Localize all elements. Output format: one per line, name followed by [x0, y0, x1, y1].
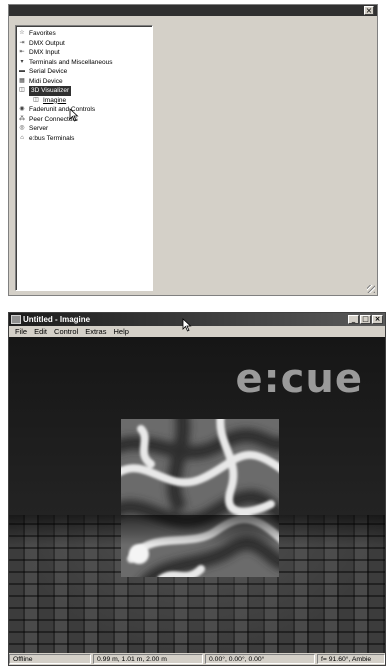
- led-panel-object: [121, 419, 279, 577]
- scene-floor: [9, 515, 385, 655]
- visualizer-icon: ◫: [33, 96, 39, 103]
- server-icon: ◎: [19, 125, 25, 131]
- panel-titlebar: ×: [9, 5, 377, 16]
- tree-item-faderunit[interactable]: ◉ Faderunit and Controls: [18, 105, 150, 115]
- menu-control[interactable]: Control: [54, 326, 78, 337]
- tree-item-label: 3D Visualizer: [29, 86, 72, 96]
- device-panel: × ☆ Favorites ⇥ DMX Output ⇤ DMX Input ▾ Termin…: [8, 4, 378, 296]
- menu-edit[interactable]: Edit: [34, 326, 47, 337]
- tree-item-dmx-input[interactable]: ⇤ DMX Input: [18, 48, 150, 58]
- tree-item-label: Faderunit and Controls: [29, 106, 96, 113]
- tree-item-label: Midi Device: [29, 77, 63, 85]
- status-position: 0.99 m, 1.01 m, 2.00 m: [93, 654, 203, 664]
- imagine-window: Untitled - Imagine _ □ × File Edit Control…: [8, 312, 386, 666]
- tree-item-imagine[interactable]: ◫ Imagine: [18, 96, 150, 106]
- terminal-icon: ▾: [20, 58, 24, 65]
- status-bar: Offline 0.99 m, 1.01 m, 2.00 m 0.00°, 0.…: [9, 653, 385, 665]
- tree-item-label: Server: [29, 125, 49, 132]
- panel-close-button[interactable]: ×: [364, 6, 374, 15]
- status-fov: f= 91.60°, Ambie: [317, 654, 385, 664]
- tree-item-peer-connectors[interactable]: ⁂ Peer Connectors: [18, 115, 150, 125]
- status-rotation: 0.00°, 0.00°, 0.00°: [205, 654, 315, 664]
- ecue-logo: e:cue: [235, 356, 363, 402]
- dmx-input-icon: ⇤: [19, 49, 25, 55]
- status-connection: Offline: [9, 654, 91, 664]
- minimize-button[interactable]: _: [348, 315, 359, 324]
- tree-item-dmx-output[interactable]: ⇥ DMX Output: [18, 39, 150, 49]
- tree-item-serial-device[interactable]: ▬ Serial Device: [18, 67, 150, 77]
- tree-item-label: Serial Device: [29, 68, 68, 75]
- tree-item-label: Favorites: [29, 30, 56, 37]
- tree-item-label: e:bus Terminals: [29, 134, 75, 142]
- visualizer-icon: ◫: [19, 87, 25, 93]
- menu-bar: File Edit Control Extras Help: [9, 326, 385, 337]
- tree-item-label: DMX Output: [29, 39, 65, 47]
- midi-device-icon: ▦: [19, 77, 25, 84]
- tree-item-ebus-terminals[interactable]: ⌂ e:bus Terminals: [18, 134, 150, 144]
- menu-file[interactable]: File: [15, 326, 27, 337]
- mouse-cursor-icon: [69, 108, 79, 122]
- app-icon: [11, 315, 21, 324]
- resize-grip[interactable]: [367, 285, 375, 293]
- mouse-cursor-icon: [182, 318, 192, 332]
- dmx-output-icon: ⇥: [19, 39, 25, 46]
- window-title: Untitled - Imagine: [23, 315, 91, 324]
- menu-help[interactable]: Help: [113, 326, 128, 337]
- maximize-button[interactable]: □: [360, 315, 371, 324]
- star-icon: ☆: [19, 30, 25, 36]
- tree-item-midi-device[interactable]: ▦ Midi Device: [18, 77, 150, 87]
- tree-item-favorites[interactable]: ☆ Favorites: [18, 29, 150, 39]
- tree-item-label: Imagine: [43, 96, 67, 104]
- close-button[interactable]: ×: [372, 315, 383, 324]
- ebus-icon: ⌂: [20, 134, 24, 141]
- fader-icon: ◉: [19, 106, 25, 112]
- device-tree[interactable]: ☆ Favorites ⇥ DMX Output ⇤ DMX Input ▾ Terminal…: [15, 25, 153, 291]
- 3d-viewport[interactable]: e:cue: [9, 337, 385, 655]
- tree-item-terminals[interactable]: ▾ Terminals and Miscellaneous: [18, 58, 150, 68]
- tree-item-server[interactable]: ◎ Server: [18, 124, 150, 134]
- window-titlebar[interactable]: Untitled - Imagine _ □ ×: [9, 313, 385, 326]
- serial-device-icon: ▬: [19, 68, 25, 74]
- tree-item-label: Terminals and Miscellaneous: [29, 58, 113, 66]
- peers-icon: ⁂: [19, 115, 25, 122]
- tree-item-3d-visualizer[interactable]: ◫ 3D Visualizer: [18, 86, 150, 96]
- tree-item-label: DMX Input: [29, 49, 60, 56]
- menu-extras[interactable]: Extras: [85, 326, 106, 337]
